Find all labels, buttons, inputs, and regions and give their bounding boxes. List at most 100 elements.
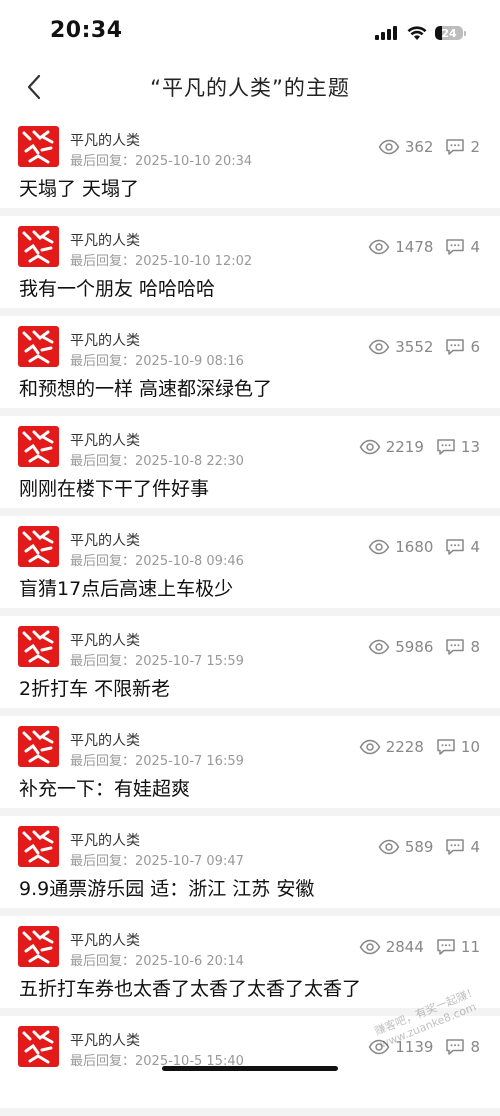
reply-count: 10	[436, 738, 480, 756]
thread-item[interactable]: 平凡的人类 最后回复：2025-10-6 20:14 2844 11 五折打车券也太香了…	[0, 916, 500, 1016]
eye-icon	[359, 739, 381, 755]
battery-icon: 24	[435, 26, 463, 40]
comment-icon	[446, 1039, 465, 1055]
reply-count-value: 6	[470, 338, 480, 356]
wifi-icon	[407, 25, 427, 40]
last-reply-time: 最后回复：2025-10-7 16:59	[70, 754, 244, 769]
comment-icon	[446, 539, 465, 555]
reply-count: 4	[445, 538, 480, 556]
thread-stats: 2228 10	[359, 738, 480, 756]
reply-count: 4	[445, 238, 480, 256]
last-reply-time: 最后回复：2025-10-8 09:46	[70, 554, 244, 569]
comment-icon	[446, 639, 465, 655]
thread-author: 平凡的人类	[70, 233, 140, 249]
thread-item[interactable]: 平凡的人类 最后回复：2025-10-9 08:16 3552 6 和预想的一样 高速都…	[0, 316, 500, 416]
view-count-value: 1680	[395, 538, 434, 556]
reply-count-value: 13	[460, 438, 480, 456]
avatar[interactable]	[18, 126, 59, 167]
view-count-value: 5986	[395, 638, 434, 656]
view-count: 2219	[359, 438, 424, 456]
avatar[interactable]	[18, 326, 59, 367]
thread-item[interactable]: 平凡的人类 最后回复：2025-10-10 20:34 362 2 天塌了 天塌了	[0, 116, 500, 216]
thread-item[interactable]: 平凡的人类最后回复：2025-10-7 16:59 2228 10 补充一下：有娃超爽	[0, 716, 500, 816]
cellular-signal-icon	[375, 26, 397, 40]
view-count-value: 362	[404, 138, 434, 156]
thread-author: 平凡的人类	[70, 833, 140, 849]
thread-title[interactable]: 五折打车券也太香了太香了太香了太香了	[19, 974, 361, 1001]
view-count: 2844	[359, 938, 424, 956]
reply-count: 13	[436, 438, 480, 456]
eye-icon	[378, 839, 400, 855]
reply-count-value: 10	[460, 738, 480, 756]
thread-list: 平凡的人类 最后回复：2025-10-10 20:34 362 2 天塌了 天塌了 平凡的…	[0, 116, 500, 1116]
view-count-value: 1478	[395, 238, 434, 256]
last-reply-time: 最后回复：2025-10-8 22:30	[70, 454, 244, 469]
thread-item[interactable]: 平凡的人类最后回复：2025-10-7 09:47 589 4 9.9通票游乐园 适：…	[0, 816, 500, 916]
thread-item[interactable]: 平凡的人类 最后回复：2025-10-8 09:46 1680 4 盲猜17点后高速上车…	[0, 516, 500, 616]
reply-count-value: 4	[470, 538, 480, 556]
view-count: 5986	[368, 638, 433, 656]
reply-count: 8	[445, 1038, 480, 1056]
thread-item[interactable]: 平凡的人类最后回复：2025-10-8 22:30 2219 13 刚刚在楼下干了件好…	[0, 416, 500, 516]
comment-icon	[446, 139, 465, 155]
last-reply-time: 最后回复：2025-10-6 20:14	[70, 954, 244, 969]
nav-bar: “平凡的人类”的主题	[0, 62, 500, 116]
view-count: 3552	[368, 338, 433, 356]
reply-count-value: 4	[470, 238, 480, 256]
avatar[interactable]	[18, 826, 59, 867]
thread-author: 平凡的人类	[70, 333, 140, 349]
view-count-value: 3552	[395, 338, 434, 356]
thread-author: 平凡的人类	[70, 433, 140, 449]
view-count: 589	[378, 838, 433, 856]
view-count: 2228	[359, 738, 424, 756]
eye-icon	[378, 139, 400, 155]
comment-icon	[446, 839, 465, 855]
reply-count: 8	[445, 638, 480, 656]
thread-title[interactable]: 刚刚在楼下干了件好事	[19, 474, 209, 501]
status-icons: 24	[375, 22, 466, 44]
thread-author: 平凡的人类	[70, 933, 140, 949]
comment-icon	[446, 239, 465, 255]
comment-icon	[437, 739, 455, 755]
comment-icon	[437, 939, 455, 955]
thread-item[interactable]: 平凡的人类最后回复：2025-10-10 12:02 1478 4 我有一个朋友 哈哈…	[0, 216, 500, 316]
page-title: “平凡的人类”的主题	[150, 76, 350, 100]
eye-icon	[368, 639, 390, 655]
reply-count-value: 4	[470, 838, 480, 856]
avatar[interactable]	[18, 526, 59, 567]
thread-item[interactable]: 平凡的人类 最后回复：2025-10-7 15:59 5986 8 2折打车 不限新老	[0, 616, 500, 716]
view-count-value: 2228	[385, 738, 424, 756]
thread-title[interactable]: 9.9通票游乐园 适：浙江 江苏 安徽	[19, 874, 314, 901]
thread-title[interactable]: 天塌了 天塌了	[19, 174, 139, 201]
thread-stats: 1680 4	[368, 538, 480, 556]
thread-title[interactable]: 2折打车 不限新老	[19, 674, 170, 701]
home-indicator	[162, 1066, 338, 1071]
avatar[interactable]	[18, 926, 59, 967]
status-bar: 20:34 24	[0, 0, 500, 62]
avatar[interactable]	[18, 1026, 59, 1067]
thread-author: 平凡的人类	[70, 733, 140, 749]
thread-title[interactable]: 补充一下：有娃超爽	[19, 774, 190, 801]
thread-title[interactable]: 盲猜17点后高速上车极少	[19, 574, 233, 601]
thread-title[interactable]: 我有一个朋友 哈哈哈哈	[19, 274, 215, 301]
avatar[interactable]	[18, 226, 59, 267]
last-reply-time: 最后回复：2025-10-7 09:47	[70, 854, 244, 869]
eye-icon	[359, 939, 381, 955]
thread-title[interactable]: 和预想的一样 高速都深绿色了	[19, 374, 272, 401]
thread-author: 平凡的人类	[70, 1033, 140, 1049]
reply-count: 2	[445, 138, 480, 156]
reply-count: 4	[445, 838, 480, 856]
battery-level: 24	[441, 26, 457, 40]
avatar[interactable]	[18, 426, 59, 467]
last-reply-time: 最后回复：2025-10-10 12:02	[70, 254, 253, 269]
thread-stats: 3552 6	[368, 338, 480, 356]
avatar[interactable]	[18, 726, 59, 767]
thread-stats: 2219 13	[359, 438, 480, 456]
thread-author: 平凡的人类	[70, 133, 140, 149]
eye-icon	[368, 539, 390, 555]
avatar[interactable]	[18, 626, 59, 667]
thread-stats: 5986 8	[368, 638, 480, 656]
eye-icon	[368, 239, 390, 255]
thread-stats: 362 2	[378, 138, 480, 156]
comment-icon	[446, 339, 465, 355]
